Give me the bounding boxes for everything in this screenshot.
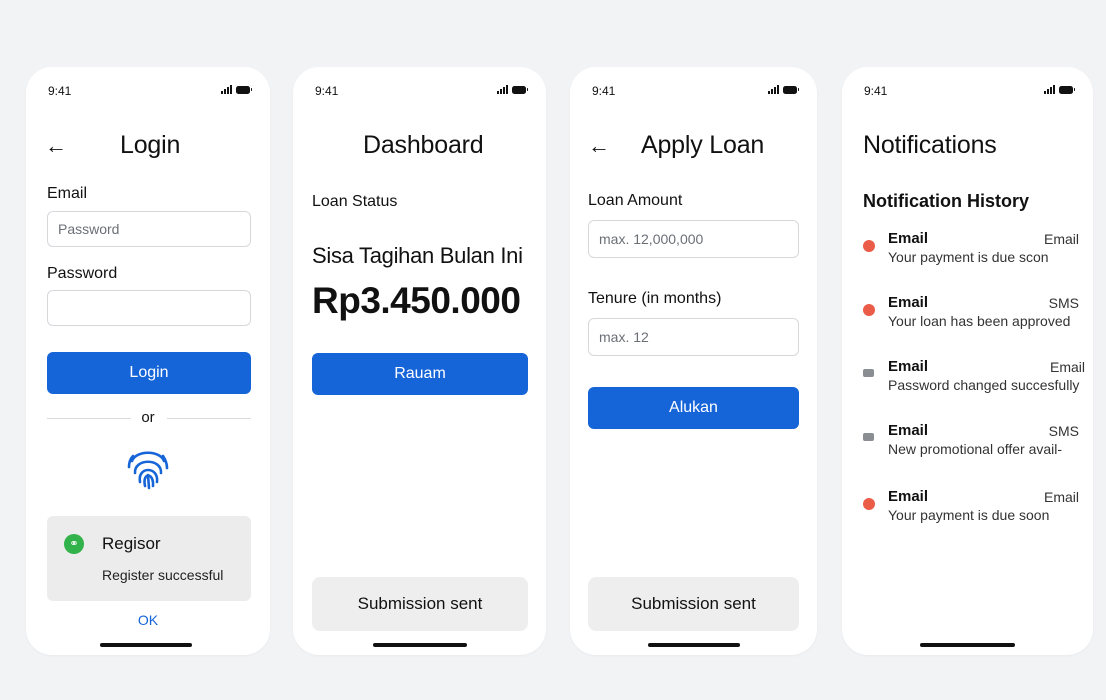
status-time: 9:41 (864, 84, 888, 98)
bill-amount: Rp3.450.000 (312, 280, 521, 321)
page-title: Apply Loan (641, 131, 765, 159)
notification-item[interactable]: Email SMS Your loan has been approved (863, 294, 1079, 338)
notification-title: Email (888, 422, 929, 439)
primary-action-button[interactable]: Rauam (312, 353, 528, 395)
signal-icon (1044, 85, 1055, 94)
battery-icon (236, 85, 252, 94)
unread-dot-icon (863, 304, 875, 316)
notification-channel: SMS (1048, 423, 1079, 439)
status-time: 9:41 (315, 84, 339, 98)
read-marker-icon (863, 369, 874, 377)
notification-item[interactable]: Email Email Your payment is due scon (863, 230, 1079, 274)
fingerprint-icon[interactable] (123, 442, 173, 492)
notification-message: New promotional offer avail- (888, 441, 1063, 457)
page-title: Notifications (863, 131, 997, 159)
status-icons (768, 85, 799, 94)
register-success-toast: ⚭ Regisor Register successful (47, 516, 251, 601)
notification-item[interactable]: Email SMS New promotional offer avail- (863, 422, 1079, 466)
login-button[interactable]: Login (47, 352, 251, 394)
home-indicator[interactable] (648, 643, 740, 647)
notifications-screen: 9:41 Notifications Notification History … (842, 67, 1093, 655)
notification-item[interactable]: Email Email Your payment is due soon (863, 488, 1079, 532)
notification-title: Email (888, 358, 929, 375)
login-screen: 9:41 ← Login Email Password Password Log… (26, 67, 270, 655)
back-arrow-icon[interactable]: ← (588, 135, 610, 157)
bill-label: Sisa Tagihan Bulan Ini (312, 243, 523, 268)
notification-title: Email (888, 488, 929, 505)
status-icons (497, 85, 528, 94)
toast-message: Register successful (102, 567, 224, 583)
battery-icon (783, 85, 799, 94)
submission-sent-button[interactable]: Submission sent (312, 577, 528, 631)
notification-message: Your loan has been approved (888, 313, 1071, 329)
read-marker-icon (863, 433, 874, 441)
home-indicator[interactable] (100, 643, 192, 647)
page-title: Login (120, 131, 181, 159)
status-icons (1044, 85, 1075, 94)
notification-channel: Email (1049, 359, 1085, 375)
submission-sent-button[interactable]: Submission sent (588, 577, 799, 631)
notification-message: Password changed succesfully (888, 377, 1080, 393)
notification-title: Email (888, 230, 929, 247)
signal-icon (768, 85, 779, 94)
signal-icon (497, 85, 508, 94)
notification-item[interactable]: Email Email Password changed succesfully (863, 358, 1085, 402)
notification-title: Email (888, 294, 929, 311)
email-field[interactable]: Password (47, 211, 251, 247)
status-time: 9:41 (48, 84, 72, 98)
apply-loan-screen: 9:41 ← Apply Loan Loan Amount max. 12,00… (570, 67, 817, 655)
or-separator: or (141, 409, 155, 426)
apply-button[interactable]: Alukan (588, 387, 799, 429)
home-indicator[interactable] (920, 643, 1015, 647)
home-indicator[interactable] (373, 643, 467, 647)
loan-status-label: Loan Status (312, 193, 398, 210)
email-label: Email (47, 185, 88, 202)
page-title: Dashboard (363, 131, 484, 159)
loan-amount-label: Loan Amount (588, 192, 683, 209)
toast-title: Regisor (102, 534, 161, 553)
notification-channel: SMS (1048, 295, 1079, 311)
password-label: Password (47, 265, 118, 282)
unread-dot-icon (863, 240, 875, 252)
status-time: 9:41 (592, 84, 616, 98)
tenure-label: Tenure (in months) (588, 290, 722, 307)
notification-channel: Email (1043, 231, 1079, 247)
loan-amount-input[interactable]: max. 12,000,000 (588, 220, 799, 258)
notification-message: Your payment is due soon (888, 507, 1050, 523)
notification-message: Your payment is due scon (888, 249, 1049, 265)
notification-channel: Email (1043, 489, 1079, 505)
battery-icon (1059, 85, 1075, 94)
dashboard-screen: 9:41 Dashboard Loan Status Sisa Tagihan … (293, 67, 546, 655)
link-icon: ⚭ (64, 534, 84, 554)
back-arrow-icon[interactable]: ← (45, 135, 67, 157)
password-field[interactable] (47, 290, 251, 326)
status-icons (221, 85, 252, 94)
notification-history-title: Notification History (863, 191, 1030, 211)
battery-icon (512, 85, 528, 94)
ok-button[interactable]: OK (26, 612, 270, 628)
signal-icon (221, 85, 232, 94)
tenure-input[interactable]: max. 12 (588, 318, 799, 356)
unread-dot-icon (863, 498, 875, 510)
